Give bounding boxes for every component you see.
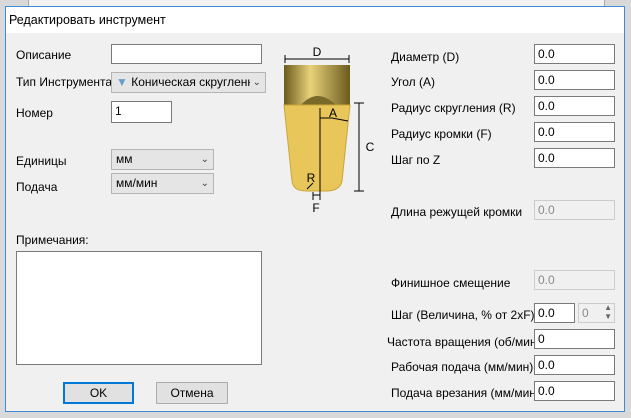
angle-marker: A [329,106,337,120]
cut-length-input: 0.0 [534,200,615,220]
fillet-radius-input[interactable]: 0.0 [534,96,615,116]
edge-marker: F [312,201,319,215]
tool-tip [283,104,351,192]
edge-radius-label: Радиус кромки (F) [391,127,492,141]
tool-type-select[interactable]: ▼ Коническая скругленн ⌄ [111,72,266,93]
step-percent-spinner[interactable]: 0 ▲ ▼ [578,303,615,323]
units-label: Единицы [16,154,67,168]
height-marker: C [366,140,375,154]
spindle-speed-input[interactable]: 0 [534,329,615,349]
plunge-feed-input[interactable]: 0.0 [534,381,615,401]
cancel-button[interactable]: Отмена [156,382,228,404]
tool-type-label: Тип Инструмента [16,75,113,89]
z-step-input[interactable]: 0.0 [534,148,615,168]
radius-marker: R [307,171,316,185]
notes-label: Примечания: [16,233,89,247]
diameter-label: Диаметр (D) [391,50,460,64]
diameter-marker: D [313,45,322,59]
spindle-speed-label: Частота вращения (об/мин) [387,335,541,349]
work-feed-input[interactable]: 0.0 [534,355,615,375]
tool-diagram: D A C R F [283,45,375,215]
finish-offset-input: 0.0 [534,270,615,290]
ok-button[interactable]: OK [63,382,134,404]
angle-label: Угол (A) [391,75,435,89]
diameter-input[interactable]: 0.0 [534,44,615,64]
chevron-down-icon: ⌄ [200,154,209,165]
step-label: Шаг (Величина, % от 2xF) [391,308,535,322]
spinner-arrows-icon[interactable]: ▲ ▼ [604,303,612,321]
edit-tool-dialog: Редактировать инструмент Описание Тип Ин… [5,6,625,412]
angle-input[interactable]: 0.0 [534,70,615,90]
units-select[interactable]: мм ⌄ [111,149,214,170]
chevron-down-icon: ⌄ [200,178,209,189]
chevron-down-icon: ⌄ [249,73,261,92]
description-label: Описание [16,48,72,62]
number-input[interactable]: 1 [111,101,172,123]
z-step-label: Шаг по Z [391,153,441,167]
edge-radius-input[interactable]: 0.0 [534,122,615,142]
fillet-radius-label: Радиус скругления (R) [391,101,516,115]
feed-label: Подача [16,180,58,194]
step-input[interactable]: 0.0 [534,303,575,323]
dialog-title: Редактировать инструмент [6,7,624,33]
finish-offset-label: Финишное смещение [391,276,511,290]
tool-icon: ▼ [116,75,128,89]
description-input[interactable] [111,44,262,64]
feed-units-select[interactable]: мм/мин ⌄ [111,173,214,194]
notes-textarea[interactable] [16,251,262,365]
cut-length-label: Длина режущей кромки [391,205,523,219]
plunge-feed-label: Подача врезания (мм/мин) [391,386,540,400]
work-feed-label: Рабочая подача (мм/мин) [391,360,534,374]
number-label: Номер [16,106,53,120]
